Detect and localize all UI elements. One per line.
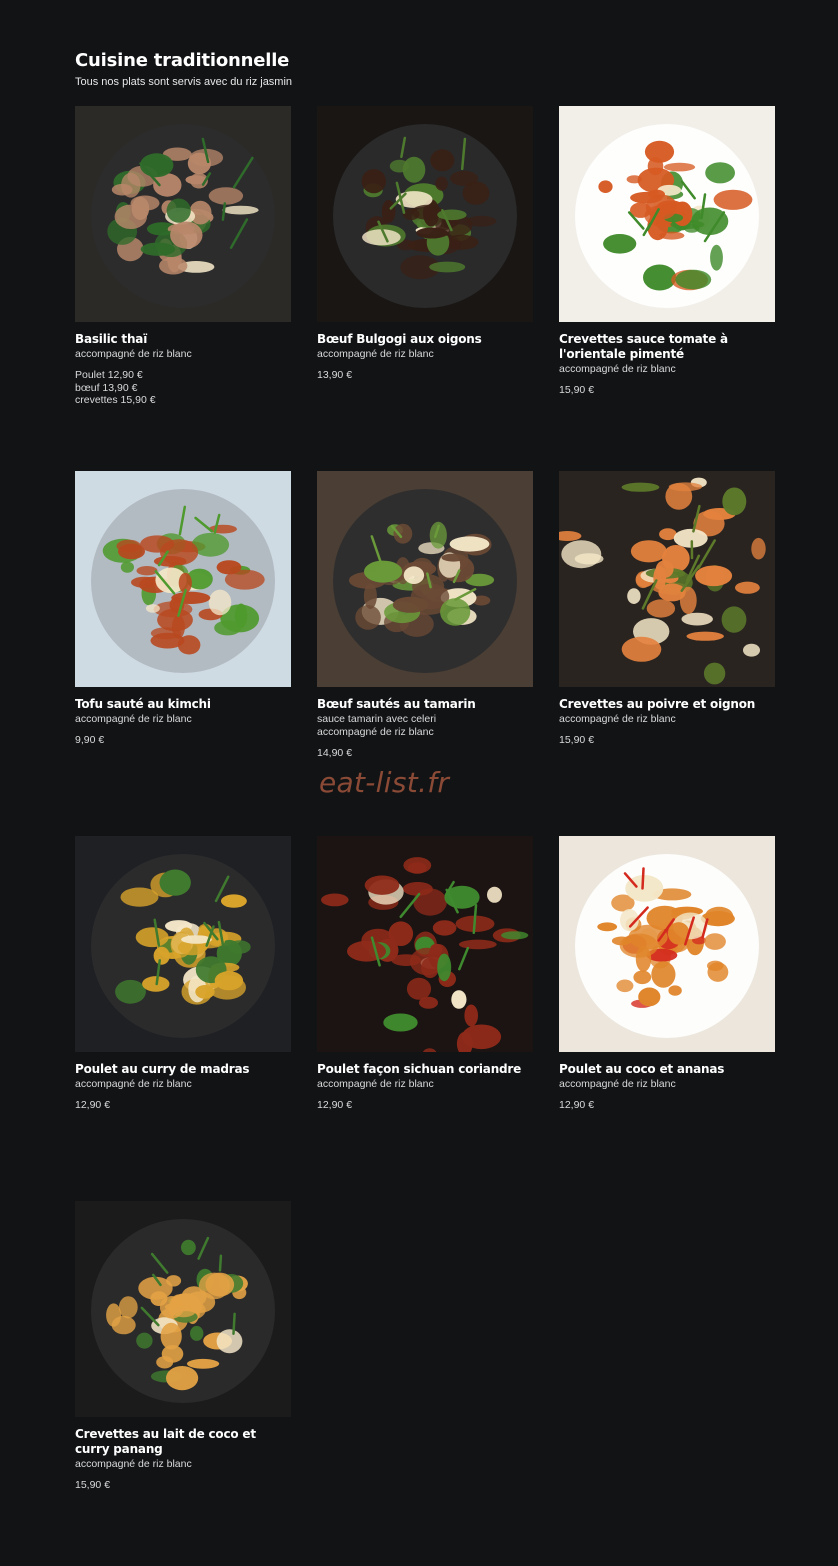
price-list: 12,90 € (75, 1099, 291, 1112)
dish-title: Basilic thaï (75, 332, 291, 347)
tofu-kimchi-photo (75, 471, 291, 687)
section-title: Cuisine traditionnelle (75, 50, 775, 72)
beef-tamarind-photo (317, 471, 533, 687)
dish-title: Crevettes au lait de coco et curry panan… (75, 1427, 291, 1457)
dish-price: Poulet 12,90 € (75, 369, 291, 382)
dish-image[interactable] (75, 1201, 291, 1417)
dish-description: accompagné de riz blanc (75, 713, 291, 725)
price-list: 12,90 € (559, 1099, 775, 1112)
dish-price: 15,90 € (75, 1479, 291, 1492)
dish-card[interactable]: Crevettes au lait de coco et curry panan… (75, 1201, 291, 1566)
dish-image[interactable] (317, 471, 533, 687)
dish-image[interactable] (559, 106, 775, 322)
dish-title: Poulet au coco et ananas (559, 1062, 775, 1077)
price-list: 13,90 € (317, 369, 533, 382)
dish-price: 9,90 € (75, 734, 291, 747)
panang-curry-photo (75, 1201, 291, 1417)
dish-description: accompagné de riz blanc (75, 1078, 291, 1090)
pepper-shrimp-photo (559, 471, 775, 687)
dish-title: Bœuf Bulgogi aux oigons (317, 332, 533, 347)
price-list: 15,90 € (559, 384, 775, 397)
dish-image[interactable] (75, 836, 291, 1052)
dish-price: 12,90 € (317, 1099, 533, 1112)
price-list: 12,90 € (317, 1099, 533, 1112)
dish-image[interactable] (559, 471, 775, 687)
dish-price: crevettes 15,90 € (75, 394, 291, 407)
dish-image[interactable] (559, 836, 775, 1052)
dish-card[interactable]: Bœuf Bulgogi aux oigonsaccompagné de riz… (317, 106, 533, 471)
price-list: 15,90 € (559, 734, 775, 747)
dish-description: accompagné de riz blanc (317, 1078, 533, 1090)
watermark: eat-list.fr (319, 766, 449, 799)
dish-card[interactable]: Crevettes sauce tomate à l'orientale pim… (559, 106, 775, 471)
dish-title: Bœuf sautés au tamarin (317, 697, 533, 712)
dish-card[interactable]: Poulet au curry de madrasaccompagné de r… (75, 836, 291, 1201)
dish-description: accompagné de riz blanc (75, 1458, 291, 1470)
dish-price: 14,90 € (317, 747, 533, 760)
dish-image[interactable] (75, 106, 291, 322)
price-list: Poulet 12,90 €bœuf 13,90 €crevettes 15,9… (75, 369, 291, 407)
dish-card[interactable]: Poulet façon sichuan coriandreaccompagné… (317, 836, 533, 1201)
dish-title: Crevettes sauce tomate à l'orientale pim… (559, 332, 775, 362)
dish-card[interactable]: Poulet au coco et ananasaccompagné de ri… (559, 836, 775, 1201)
price-list: 15,90 € (75, 1479, 291, 1492)
dish-image[interactable] (317, 106, 533, 322)
section-subtitle: Tous nos plats sont servis avec du riz j… (75, 75, 775, 89)
dish-description: accompagné de riz blanc (559, 713, 775, 725)
dish-price: 13,90 € (317, 369, 533, 382)
dish-card[interactable]: Crevettes au poivre et oignonaccompagné … (559, 471, 775, 836)
dish-description: sauce tamarin avec celeri (317, 713, 533, 725)
shrimp-tomato-sauce-photo (559, 106, 775, 322)
basil-stir-fry-photo (75, 106, 291, 322)
dish-title: Poulet façon sichuan coriandre (317, 1062, 533, 1077)
dish-image[interactable] (317, 836, 533, 1052)
dish-title: Poulet au curry de madras (75, 1062, 291, 1077)
dish-title: Tofu sauté au kimchi (75, 697, 291, 712)
dish-card[interactable]: Tofu sauté au kimchiaccompagné de riz bl… (75, 471, 291, 836)
coconut-pineapple-chicken-photo (559, 836, 775, 1052)
dish-grid: Basilic thaïaccompagné de riz blancPoule… (75, 106, 775, 1566)
dish-price: bœuf 13,90 € (75, 382, 291, 395)
dish-card[interactable]: Basilic thaïaccompagné de riz blanc Poule… (75, 106, 291, 471)
madras-curry-photo (75, 836, 291, 1052)
price-list: 14,90 € (317, 747, 533, 760)
dish-description: accompagné de riz blanc (317, 348, 533, 360)
dish-description: accompagné de riz blanc (559, 1078, 775, 1090)
section-header: Cuisine traditionnelle Tous nos plats so… (75, 50, 775, 89)
dish-description: accompagné de riz blanc (317, 726, 533, 738)
dish-title: Crevettes au poivre et oignon (559, 697, 775, 712)
dish-description: accompagné de riz blanc (559, 363, 775, 375)
price-list: 9,90 € (75, 734, 291, 747)
dish-price: 15,90 € (559, 384, 775, 397)
dish-price: 15,90 € (559, 734, 775, 747)
beef-bulgogi-photo (317, 106, 533, 322)
dish-description: accompagné de riz blanc (75, 348, 291, 360)
sichuan-chicken-photo (317, 836, 533, 1052)
dish-price: 12,90 € (75, 1099, 291, 1112)
dish-image[interactable] (75, 471, 291, 687)
dish-price: 12,90 € (559, 1099, 775, 1112)
